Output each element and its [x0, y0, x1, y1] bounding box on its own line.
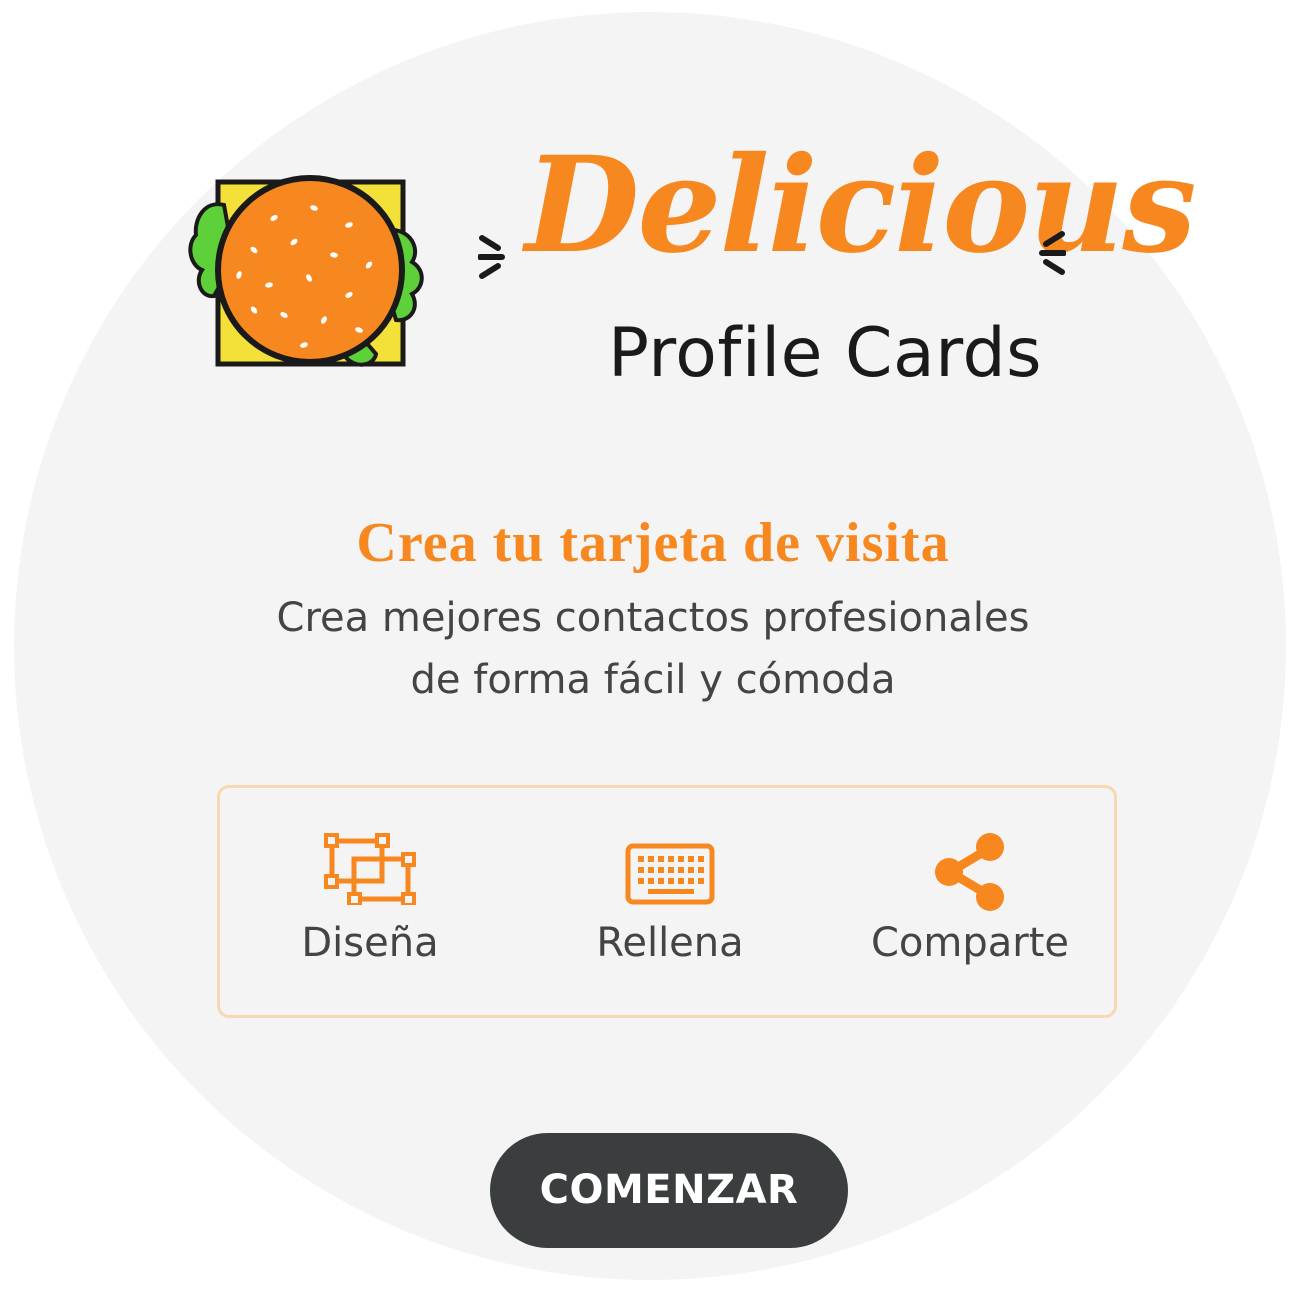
burger-icon: [188, 175, 424, 367]
start-button[interactable]: COMENZAR: [490, 1133, 848, 1248]
logo-sub-text: Profile Cards: [608, 314, 1043, 393]
steps-panel: Diseña Rellena Comparte: [217, 785, 1117, 1018]
design-icon: [324, 833, 416, 905]
logo-script-text: Delicious: [525, 128, 1197, 283]
subtitle-line-1: Crea mejores contactos profesionales: [276, 595, 1030, 641]
page-title: Crea tu tarjeta de visita: [356, 512, 950, 574]
subtitle-line-2: de forma fácil y cómoda: [410, 657, 896, 703]
sparkle-icon: [478, 235, 505, 279]
page: Delicious Profile Cards Crea tu tarjeta …: [0, 0, 1306, 1293]
step-fill: Rellena: [520, 788, 820, 1021]
step-design: Diseña: [220, 788, 520, 1021]
step-label-fill: Rellena: [596, 920, 744, 966]
app-logo: Delicious Profile Cards: [180, 140, 1197, 410]
step-share: Comparte: [820, 788, 1120, 1021]
keyboard-icon: [625, 843, 715, 905]
share-icon: [935, 833, 1004, 911]
sparkle-icon: [1039, 231, 1066, 275]
step-label-design: Diseña: [301, 920, 439, 966]
step-label-share: Comparte: [870, 920, 1069, 966]
